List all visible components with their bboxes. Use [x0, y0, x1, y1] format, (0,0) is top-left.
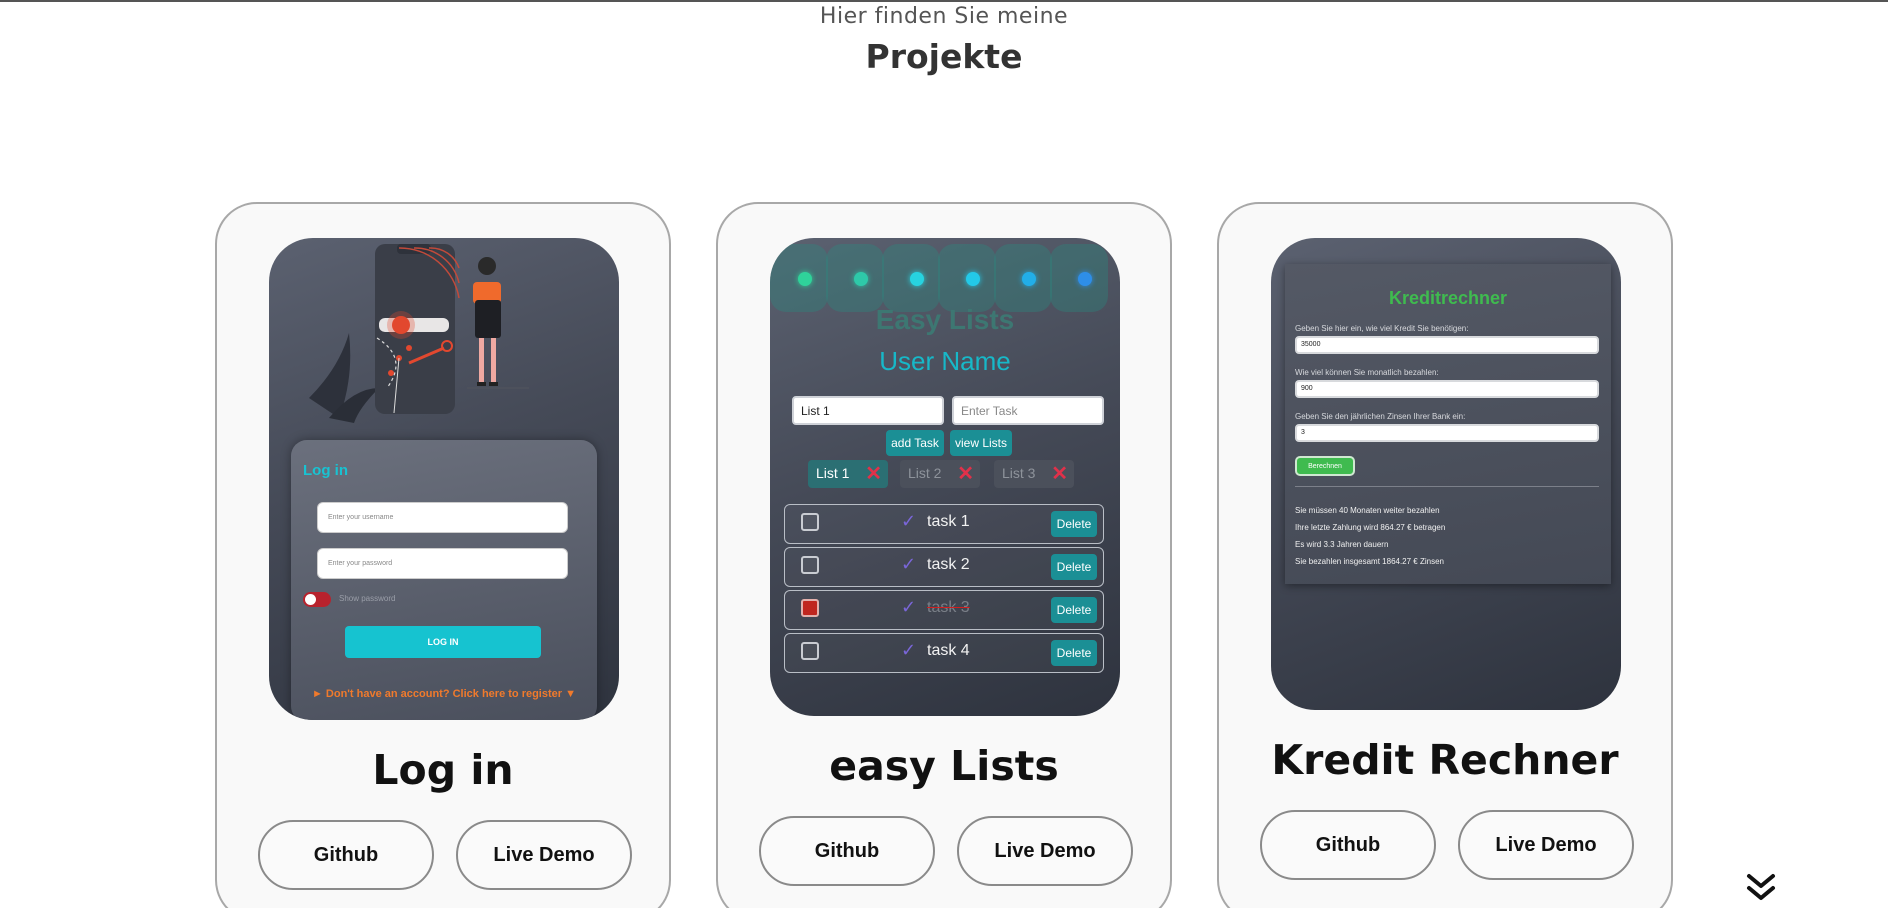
color-dot	[854, 272, 868, 286]
interest-label: Geben Sie den jährlichen Zinsen Ihrer Ba…	[1295, 412, 1466, 421]
password-field: Enter your password	[317, 548, 568, 579]
project-card-kredit-rechner: Kreditrechner Geben Sie hier ein, wie vi…	[1217, 202, 1673, 908]
list-chip: List 1 ✕	[808, 460, 888, 488]
calculator-title: Kreditrechner	[1388, 288, 1508, 308]
checkmark-icon: ✓	[901, 554, 917, 575]
github-button[interactable]: Github	[258, 820, 434, 890]
project-title: easy Lists	[829, 742, 1059, 790]
color-dot	[910, 272, 924, 286]
project-title: Kredit Rechner	[1271, 736, 1619, 784]
list-chip-label: List 2	[908, 465, 942, 481]
task-row: ✓ task 1 Delete	[784, 504, 1104, 544]
top-border	[0, 0, 1888, 2]
delete-task-button: Delete	[1051, 554, 1097, 580]
calculate-button: Berechnen	[1295, 456, 1355, 476]
project-card-login: Log in Enter your username Enter your pa…	[215, 202, 671, 908]
username-field: Enter your username	[317, 502, 568, 533]
task-row: ✓ task 4 Delete	[784, 633, 1104, 673]
delete-task-button: Delete	[1051, 640, 1097, 666]
task-label: task 3	[927, 599, 970, 616]
result-line: Ihre letzte Zahlung wird 864.27 € betrag…	[1295, 523, 1446, 532]
task-label: task 4	[927, 642, 970, 659]
task-checkbox	[801, 599, 819, 617]
task-row: ✓ task 3 Delete	[784, 590, 1104, 630]
project-card-easy-lists: Easy Lists User Name List 1 Enter Task a…	[716, 202, 1172, 908]
login-heading: Log in	[303, 462, 348, 479]
checkmark-icon: ✓	[901, 511, 917, 532]
checkmark-icon: ✓	[901, 640, 917, 661]
divider	[1295, 486, 1599, 487]
monthly-label: Wie viel können Sie monatlich bezahlen:	[1295, 368, 1439, 377]
live-demo-button[interactable]: Live Demo	[456, 820, 632, 890]
checkmark-icon: ✓	[901, 597, 917, 618]
kredit-preview-image[interactable]: Kreditrechner Geben Sie hier ein, wie vi…	[1271, 238, 1621, 710]
live-demo-button[interactable]: Live Demo	[957, 816, 1133, 886]
section-subtitle: Hier finden Sie meine	[819, 4, 1069, 29]
project-title: Log in	[372, 746, 514, 794]
github-button[interactable]: Github	[759, 816, 935, 886]
view-lists-button: view Lists	[950, 430, 1012, 456]
easy-lists-preview-image[interactable]: Easy Lists User Name List 1 Enter Task a…	[770, 238, 1120, 716]
list-chip-label: List 3	[1002, 465, 1036, 481]
list-chip: List 3 ✕	[994, 460, 1074, 488]
delete-task-button: Delete	[1051, 511, 1097, 537]
list-chip-label: List 1	[816, 465, 850, 481]
color-dot	[798, 272, 812, 286]
task-label: task 1	[927, 513, 970, 530]
close-icon: ✕	[865, 463, 882, 485]
app-title: Easy Lists	[875, 304, 1015, 335]
color-dot	[1022, 272, 1036, 286]
monthly-field: 900	[1295, 380, 1599, 398]
color-dot	[966, 272, 980, 286]
add-task-button: add Task	[886, 430, 944, 456]
task-checkbox	[801, 642, 819, 660]
task-row: ✓ task 2 Delete	[784, 547, 1104, 587]
register-link: ► Don't have an account? Click here to r…	[311, 688, 576, 700]
show-password-toggle	[303, 592, 331, 607]
result-line: Sie bezahlen insgesamt 1864.27 € Zinsen	[1295, 557, 1444, 566]
amount-label: Geben Sie hier ein, wie viel Kredit Sie …	[1295, 324, 1469, 333]
task-input: Enter Task	[952, 396, 1104, 425]
live-demo-button[interactable]: Live Demo	[1458, 810, 1634, 880]
task-checkbox	[801, 556, 819, 574]
task-checkbox	[801, 513, 819, 531]
list-chip: List 2 ✕	[900, 460, 980, 488]
result-line: Sie müssen 40 Monaten weiter bezahlen	[1295, 506, 1440, 515]
delete-task-button: Delete	[1051, 597, 1097, 623]
section-title: Projekte	[865, 37, 1023, 76]
login-preview-image[interactable]: Log in Enter your username Enter your pa…	[269, 238, 619, 720]
login-illustration	[309, 244, 529, 423]
double-chevron-down-icon[interactable]	[1746, 872, 1776, 904]
github-button[interactable]: Github	[1260, 810, 1436, 880]
color-dot	[1078, 272, 1092, 286]
amount-field: 35000	[1295, 336, 1599, 354]
task-label: task 2	[927, 556, 970, 573]
login-submit-button: LOG IN	[345, 626, 541, 658]
result-line: Es wird 3.3 Jahren dauern	[1295, 540, 1389, 549]
close-icon: ✕	[957, 463, 974, 485]
user-name: User Name	[879, 346, 1011, 376]
interest-field: 3	[1295, 424, 1599, 442]
login-form-panel: Log in Enter your username Enter your pa…	[291, 440, 597, 720]
calculator-panel: Kreditrechner Geben Sie hier ein, wie vi…	[1285, 264, 1611, 584]
close-icon: ✕	[1051, 463, 1068, 485]
list-name-input: List 1	[792, 396, 944, 425]
section-header: Hier finden Sie meine Projekte	[0, 4, 1888, 76]
show-password-label: Show password	[339, 594, 396, 603]
